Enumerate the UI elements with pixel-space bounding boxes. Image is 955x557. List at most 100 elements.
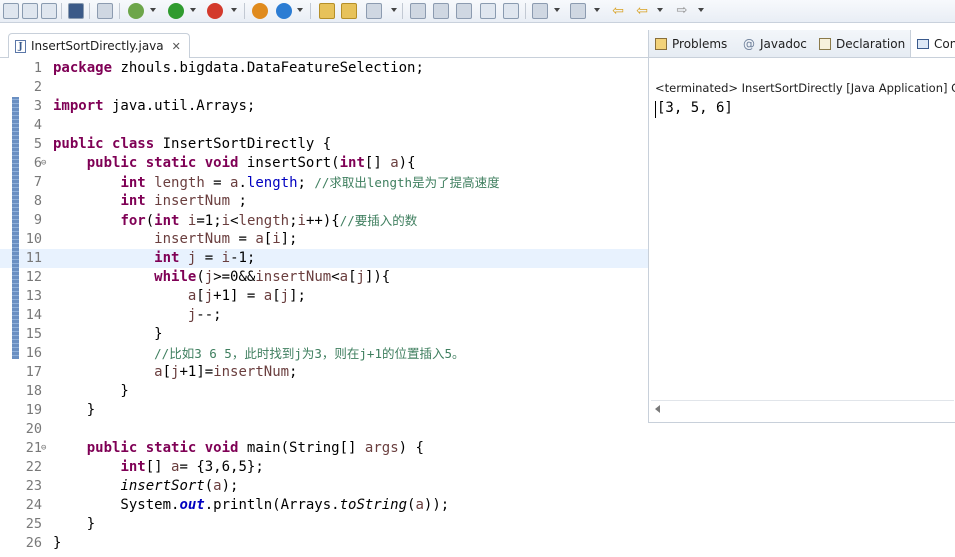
next-annotation-dropdown-icon[interactable]: [554, 8, 560, 12]
forward-dropdown-icon[interactable]: [698, 8, 704, 12]
fold-collapse-icon[interactable]: ⊖: [41, 439, 46, 458]
code-line[interactable]: 17 a[j+1]=insertNum;: [0, 363, 648, 382]
code-text: }: [53, 401, 95, 420]
new-java-class-icon[interactable]: [276, 3, 292, 19]
code-line[interactable]: 15 }: [0, 325, 648, 344]
external-tools-dropdown-icon[interactable]: [231, 8, 237, 12]
code-line[interactable]: 7 int length = a.length; //求取出length是为了提…: [0, 173, 648, 192]
code-line[interactable]: 22 int[] a= {3,6,5};: [0, 458, 648, 477]
code-text: public static void insertSort(int[] a){: [53, 154, 416, 173]
open-type-icon[interactable]: [319, 3, 335, 19]
line-number: 21: [25, 440, 42, 456]
toolbar-separator: [244, 3, 245, 19]
code-line[interactable]: 16 //比如3 6 5，此时找到j为3，则在j+1的位置插入5。: [0, 344, 648, 363]
new-dropdown-icon[interactable]: [297, 8, 303, 12]
close-icon[interactable]: ✕: [172, 40, 181, 53]
code-token: ) {: [398, 440, 424, 456]
code-line[interactable]: 12 while(j>=0&&insertNum<a[j]){: [0, 268, 648, 287]
code-line[interactable]: 1 package zhouls.bigdata.DataFeatureSelec…: [0, 59, 648, 78]
search-dropdown-icon[interactable]: [391, 8, 397, 12]
code-line[interactable]: 20: [0, 420, 648, 439]
save-all-icon[interactable]: [41, 3, 57, 19]
previous-annotation-icon[interactable]: [570, 3, 586, 19]
code-line[interactable]: 21 ⊖ public static void main(String[] arg…: [0, 439, 648, 458]
code-token: insertSort: [120, 478, 205, 494]
code-line[interactable]: 19 }: [0, 401, 648, 420]
code-line[interactable]: 8 int insertNum ;: [0, 192, 648, 211]
code-token: [: [162, 364, 172, 380]
tab-console[interactable]: Con: [910, 30, 955, 57]
new-icon[interactable]: [3, 3, 19, 19]
code-token: [: [272, 288, 281, 304]
code-token: a: [390, 155, 399, 171]
line-number: 20: [25, 421, 42, 437]
open-task-icon[interactable]: [341, 3, 357, 19]
code-token: [: [348, 269, 357, 285]
javadoc-icon: @: [743, 36, 755, 51]
code-line[interactable]: 5 public class InsertSortDirectly {: [0, 135, 648, 154]
line-number: 23: [25, 478, 42, 494]
console-status-text: <terminated> InsertSortDirectly [Java Ap…: [655, 81, 955, 95]
code-line[interactable]: 26}: [0, 534, 648, 553]
forward-icon[interactable]: ⇨: [674, 3, 690, 19]
code-keyword: int: [120, 193, 146, 209]
code-token: args: [364, 440, 399, 456]
toggle-breadcrumb-icon[interactable]: [433, 3, 449, 19]
code-line[interactable]: 25 }: [0, 515, 648, 534]
console-output[interactable]: [3, 5, 6]: [657, 100, 733, 116]
last-edit-location-icon[interactable]: ⇦: [610, 3, 626, 19]
run-dropdown-icon[interactable]: [190, 8, 196, 12]
external-tools-icon[interactable]: [207, 3, 223, 19]
code-line[interactable]: 23 insertSort(a);: [0, 477, 648, 496]
code-line[interactable]: 6 ⊖ public static void insertSort(int[] a…: [0, 154, 648, 173]
code-token: ;: [230, 193, 247, 209]
toggle-mark-occurrences-icon[interactable]: [410, 3, 426, 19]
run-icon[interactable]: [168, 3, 184, 19]
code-editor[interactable]: 1 package zhouls.bigdata.DataFeatureSelec…: [0, 58, 648, 557]
code-line[interactable]: 10 insertNum = a[i];: [0, 230, 648, 249]
toolbar-separator: [525, 3, 526, 19]
new-java-package-icon[interactable]: [252, 3, 268, 19]
code-line[interactable]: 2: [0, 78, 648, 97]
code-line[interactable]: 18 }: [0, 382, 648, 401]
tab-declaration[interactable]: Declaration: [819, 30, 905, 57]
tab-problems[interactable]: Problems: [655, 30, 727, 57]
code-token: =: [196, 250, 222, 266]
code-line[interactable]: 13 a[j+1] = a[j];: [0, 287, 648, 306]
editor-tab[interactable]: J InsertSortDirectly.java ✕: [8, 33, 190, 58]
code-token: ];: [289, 288, 306, 304]
next-annotation-icon[interactable]: [532, 3, 548, 19]
show-whitespace-icon[interactable]: [480, 3, 496, 19]
back-dropdown-icon[interactable]: [657, 8, 663, 12]
horizontal-scrollbar[interactable]: [651, 400, 954, 417]
scroll-left-arrow-icon[interactable]: [655, 405, 660, 413]
skip-breakpoints-icon[interactable]: [97, 3, 113, 19]
back-icon[interactable]: ⇦: [634, 3, 650, 19]
previous-annotation-dropdown-icon[interactable]: [594, 8, 600, 12]
save-icon[interactable]: [22, 3, 38, 19]
line-number: 9: [33, 212, 42, 228]
terminal-icon[interactable]: [68, 3, 84, 19]
code-line[interactable]: 4: [0, 116, 648, 135]
code-line[interactable]: 11 int j = i-1;: [0, 249, 648, 268]
code-line[interactable]: 14 j--;: [0, 306, 648, 325]
code-line[interactable]: 24 System.out.println(Arrays.toString(a)…: [0, 496, 648, 515]
show-source-icon[interactable]: [503, 3, 519, 19]
fold-collapse-icon[interactable]: ⊖: [41, 154, 46, 173]
line-number: 13: [25, 288, 42, 304]
code-line[interactable]: 3 import java.util.Arrays;: [0, 97, 648, 116]
code-text: while(j>=0&&insertNum<a[j]){: [53, 268, 390, 287]
debug-dropdown-icon[interactable]: [150, 8, 156, 12]
tab-javadoc[interactable]: @ Javadoc: [743, 30, 807, 57]
block-selection-icon[interactable]: [456, 3, 472, 19]
code-token: insertSort(: [238, 155, 340, 171]
line-number: 12: [25, 269, 42, 285]
code-text: }: [53, 534, 61, 553]
line-number: 25: [25, 516, 42, 532]
code-line[interactable]: 9 for(int i=1;i<length;i++){//要插入的数: [0, 211, 648, 230]
debug-icon[interactable]: [128, 3, 144, 19]
search-icon[interactable]: [366, 3, 382, 19]
